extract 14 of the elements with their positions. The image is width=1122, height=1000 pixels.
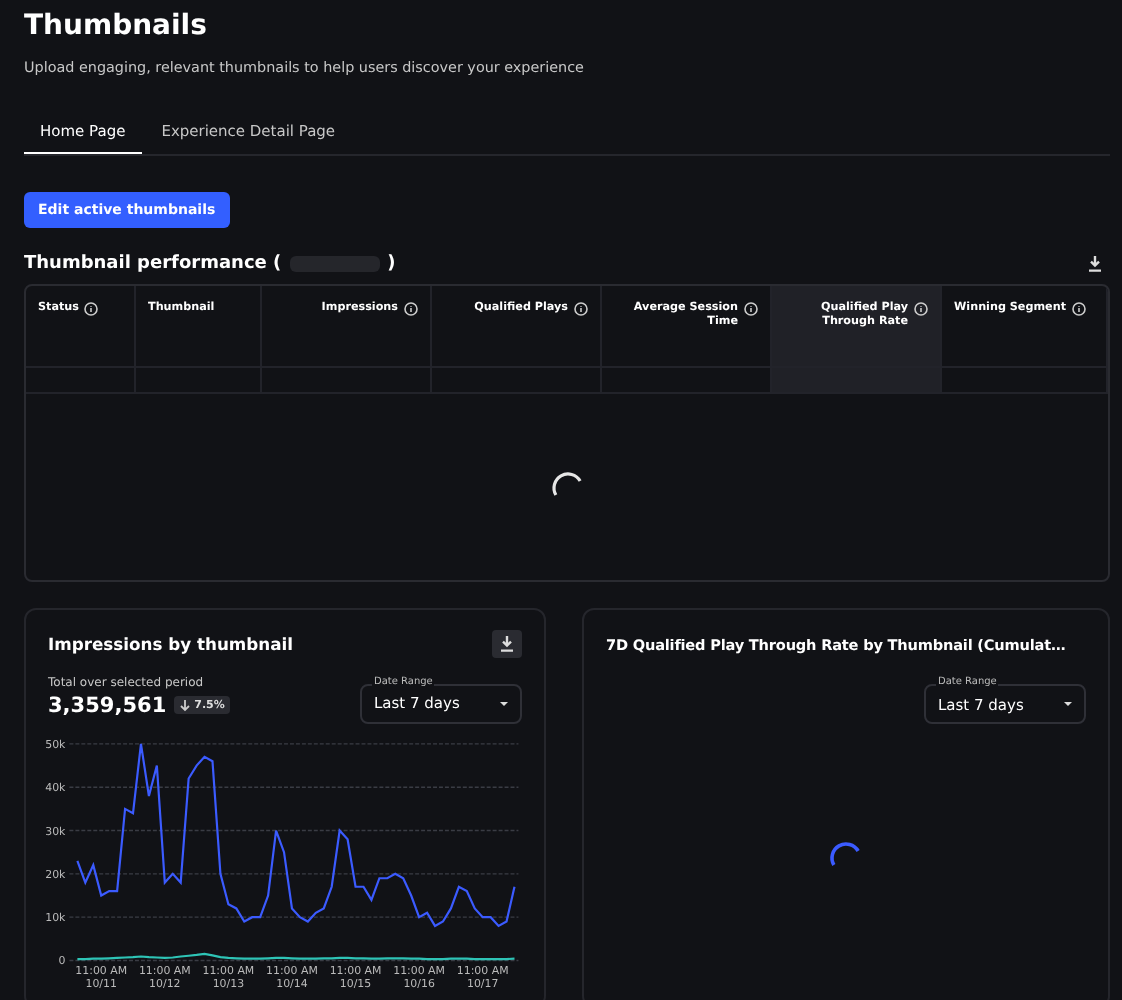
page-title: Thumbnails [24,10,209,42]
section-title: Thumbnail performance ( [24,254,282,274]
section-title-end: ) [387,254,396,274]
info-icon [914,302,928,316]
info-icon [404,302,418,316]
download-icon [500,636,514,653]
info-icon [84,302,99,316]
download-button[interactable] [492,630,522,659]
info-icon [1072,302,1087,316]
download-icon[interactable] [1088,256,1102,272]
info-icon [574,302,588,316]
info-icon [744,302,758,316]
card-title: Impressions by thumbnail [48,634,293,655]
total-value: 3,359,561 [48,693,167,718]
